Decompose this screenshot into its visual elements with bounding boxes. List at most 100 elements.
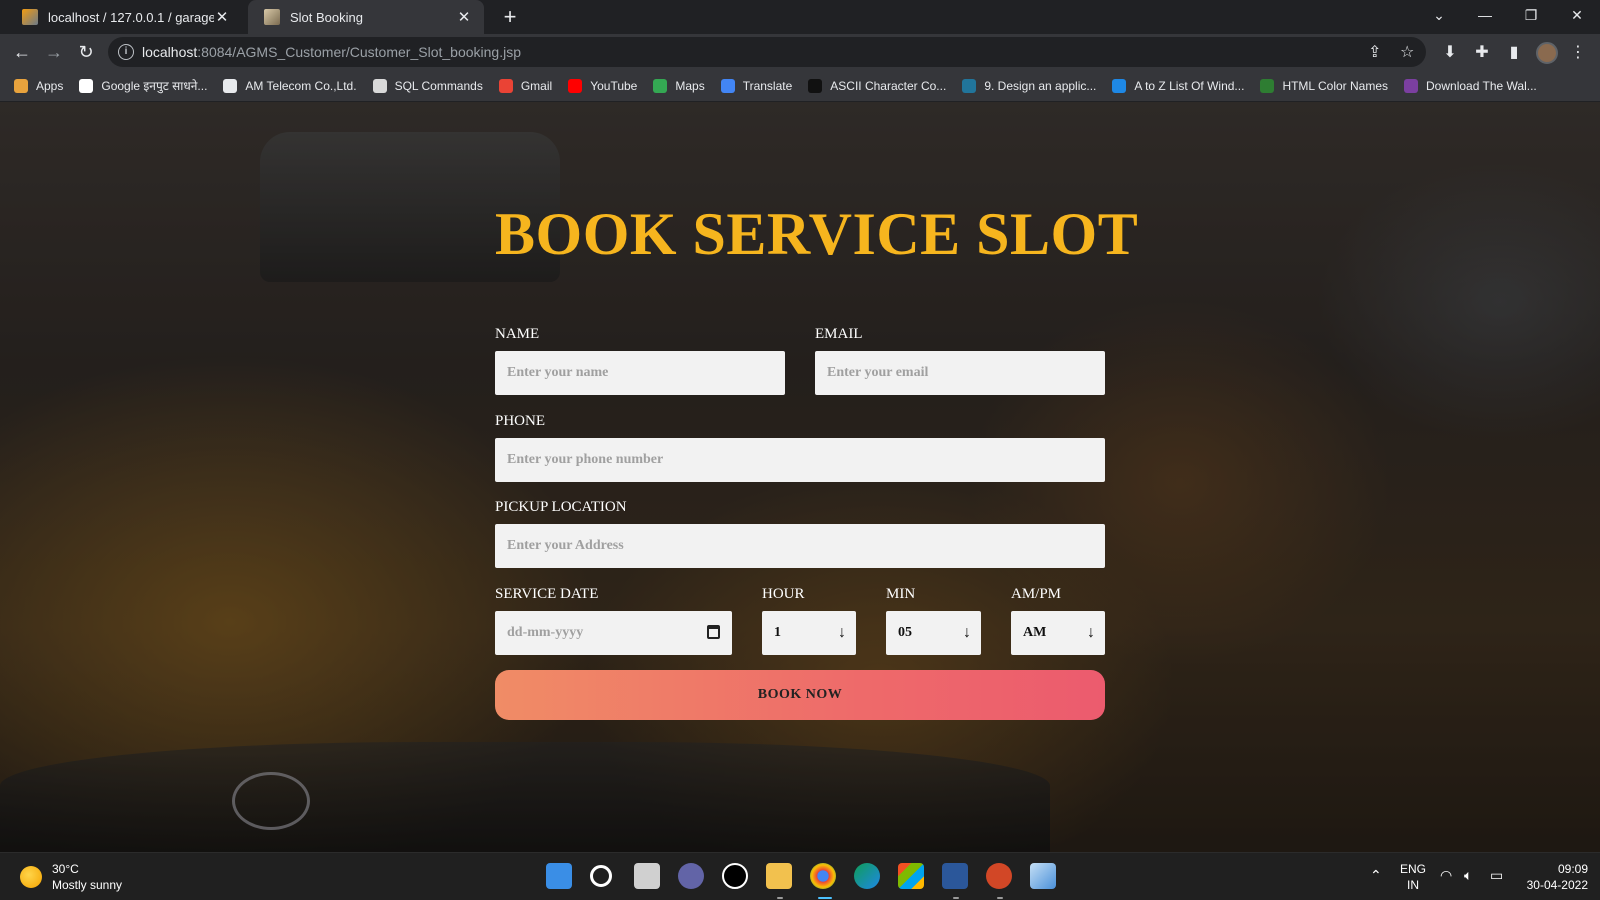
windows-list-icon <box>1112 78 1127 93</box>
min-label: MIN <box>886 586 916 602</box>
bookmark-item[interactable]: HTML Color Names <box>1260 78 1389 93</box>
chrome-icon[interactable] <box>810 863 836 889</box>
bookmark-item[interactable]: Google इनपुट साधने... <box>79 77 207 94</box>
close-tab-icon[interactable]: ✕ <box>214 8 230 26</box>
extension-pin-icon[interactable]: ⬇ <box>1440 42 1460 62</box>
chat-icon[interactable] <box>678 863 704 889</box>
minimize-button[interactable]: — <box>1462 0 1508 30</box>
bookmark-label: Download The Wal... <box>1426 78 1537 93</box>
store-icon[interactable] <box>898 863 924 889</box>
bookmark-label: A to Z List Of Wind... <box>1134 78 1245 93</box>
github-icon[interactable] <box>722 863 748 889</box>
wifi-icon[interactable]: ◠ <box>1440 867 1452 883</box>
globe-icon <box>223 78 238 93</box>
profile-avatar[interactable] <box>1536 42 1558 64</box>
book-now-button[interactable]: BOOK NOW <box>495 670 1105 720</box>
site-info-icon[interactable]: i <box>118 44 134 60</box>
name-label: NAME <box>495 326 540 342</box>
ampm-label: AM/PM <box>1011 586 1062 602</box>
calendar-icon[interactable] <box>707 625 720 639</box>
volume-icon[interactable]: 🔈︎ <box>1464 867 1472 883</box>
bookmark-item[interactable]: A to Z List Of Wind... <box>1112 78 1245 93</box>
apps-grid-icon <box>14 78 28 93</box>
service-date-label: SERVICE DATE <box>495 586 599 602</box>
bookmark-item[interactable]: SQL Commands <box>372 78 483 93</box>
menu-kebab-icon[interactable]: ⋮ <box>1568 42 1588 62</box>
email-label: EMAIL <box>815 326 863 342</box>
search-icon[interactable] <box>590 865 612 887</box>
tab-phpmyadmin[interactable]: localhost / 127.0.0.1 / garage / tw ✕ <box>6 0 242 34</box>
weather-condition: Mostly sunny <box>52 878 123 892</box>
back-button[interactable]: ← <box>8 38 36 66</box>
hour-value: 1 <box>774 625 781 640</box>
bookmark-label: Google इनपुट साधने... <box>101 79 208 93</box>
file-explorer-icon[interactable] <box>766 863 792 889</box>
bookmark-item[interactable]: Maps <box>653 78 705 93</box>
bookmark-item[interactable]: YouTube <box>568 78 638 93</box>
bookmark-label: AM Telecom Co.,Ltd. <box>245 78 357 93</box>
address-bar[interactable]: i localhost:8084/AGMS_Customer/Customer_… <box>108 37 1426 67</box>
bookmark-item[interactable]: ASCII Character Co... <box>808 78 946 93</box>
ampm-value: AM <box>1023 625 1047 640</box>
language-indicator[interactable]: ENG IN <box>1400 861 1426 893</box>
temperature: 30°C <box>52 862 79 876</box>
tab-strip: localhost / 127.0.0.1 / garage / tw ✕ Sl… <box>0 0 1600 34</box>
close-window-button[interactable]: ✕ <box>1554 0 1600 30</box>
bookmark-item[interactable]: Download The Wal... <box>1404 78 1537 93</box>
reload-button[interactable]: ↻ <box>72 38 100 66</box>
url-text[interactable]: localhost:8084/AGMS_Customer/Customer_Sl… <box>142 44 521 60</box>
side-panel-icon[interactable]: ▮ <box>1504 42 1524 62</box>
bookmarks-bar: Apps Google इनपुट साधने... AM Telecom Co.,… <box>0 70 1600 102</box>
extensions-puzzle-icon[interactable]: ✚ <box>1472 42 1492 62</box>
forward-button[interactable]: → <box>40 38 68 66</box>
restore-button[interactable]: ❐ <box>1508 0 1554 30</box>
bookmark-item[interactable]: AM Telecom Co.,Ltd. <box>223 78 357 93</box>
google-icon <box>79 78 94 93</box>
task-view-icon[interactable] <box>634 863 660 889</box>
gmail-icon <box>498 78 513 93</box>
battery-icon[interactable]: ▭ <box>1490 867 1503 883</box>
pickup-location-input[interactable]: Enter your Address <box>495 524 1105 568</box>
name-input[interactable]: Enter your name <box>495 351 785 395</box>
arrow-down-icon: ↓ <box>963 624 971 641</box>
email-input[interactable]: Enter your email <box>815 351 1105 395</box>
weather-widget[interactable]: 30°C Mostly sunny <box>20 861 122 893</box>
phone-input[interactable]: Enter your phone number <box>495 438 1105 482</box>
hour-select[interactable]: 1 ↓ <box>762 611 856 655</box>
running-indicator <box>777 897 783 899</box>
clock[interactable]: 09:09 30-04-2022 <box>1518 861 1588 893</box>
new-tab-button[interactable]: + <box>498 4 522 30</box>
powerpoint-icon[interactable] <box>986 863 1012 889</box>
bookmark-label: Apps <box>36 78 64 93</box>
close-tab-icon[interactable]: ✕ <box>456 8 472 26</box>
pickup-location-label: PICKUP LOCATION <box>495 499 627 515</box>
bookmark-item[interactable]: Translate <box>720 78 792 93</box>
active-indicator <box>818 897 832 899</box>
word-icon[interactable] <box>942 863 968 889</box>
ampm-select[interactable]: AM ↓ <box>1011 611 1105 655</box>
hour-label: HOUR <box>762 586 805 602</box>
chevron-up-icon[interactable]: ⌃ <box>1370 867 1382 883</box>
minute-select[interactable]: 05 ↓ <box>886 611 981 655</box>
windows-start-icon[interactable] <box>546 863 572 889</box>
bookmark-item[interactable]: Gmail <box>498 78 552 93</box>
service-date-input[interactable]: dd-mm-yyyy <box>495 611 732 655</box>
virtualbox-icon[interactable] <box>1030 863 1056 889</box>
bookmark-label: HTML Color Names <box>1282 78 1389 93</box>
edge-icon[interactable] <box>854 863 880 889</box>
bookmark-label: Maps <box>675 78 705 93</box>
running-indicator <box>997 897 1003 899</box>
bookmark-item[interactable]: 9. Design an applic... <box>962 78 1097 93</box>
phone-placeholder: Enter your phone number <box>507 452 664 467</box>
bookmark-item[interactable]: Apps <box>14 78 64 93</box>
background-car-grille <box>0 742 1050 852</box>
bookmark-label: YouTube <box>590 78 638 93</box>
tab-search-icon[interactable]: ⌄ <box>1416 0 1462 30</box>
translate-icon <box>720 78 735 93</box>
tab-slot-booking[interactable]: Slot Booking ✕ <box>248 0 484 34</box>
bookmark-label: 9. Design an applic... <box>984 78 1097 93</box>
email-placeholder: Enter your email <box>827 365 929 380</box>
share-icon[interactable]: ⇪ <box>1368 42 1381 62</box>
name-placeholder: Enter your name <box>507 365 609 380</box>
bookmark-star-icon[interactable]: ☆ <box>1400 42 1414 62</box>
